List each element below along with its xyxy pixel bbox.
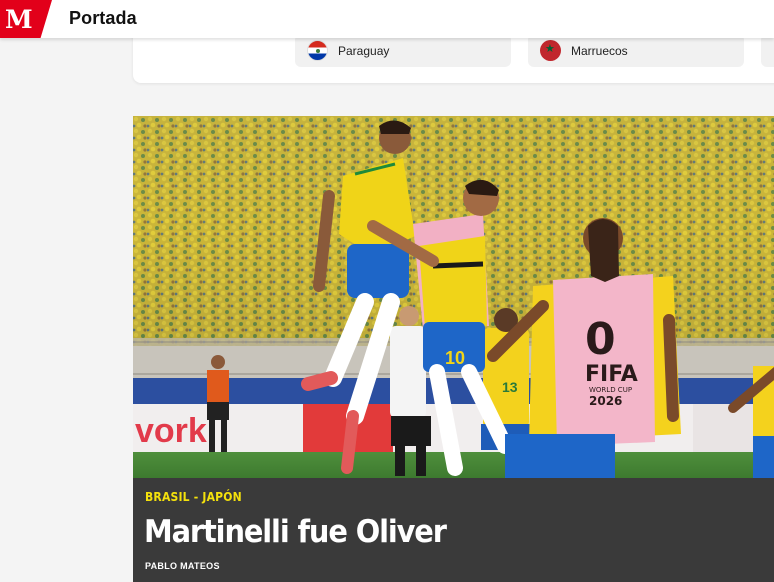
team-name: Paraguay (338, 43, 390, 58)
article-headline[interactable]: Martinelli fue Oliver (144, 514, 447, 550)
featured-article[interactable]: vork 13 10 0 FIFA WORLD CUP 2026 BRASIL … (133, 116, 774, 582)
match-pill-marruecos[interactable]: Marruecos (528, 34, 744, 67)
match-pill-partial[interactable] (761, 34, 774, 67)
ad-board-text: vork (135, 412, 207, 450)
svg-text:2026: 2026 (589, 394, 622, 408)
svg-text:10: 10 (445, 348, 465, 368)
svg-text:0: 0 (585, 314, 616, 365)
article-kicker[interactable]: BRASIL - JAPÓN (145, 490, 242, 504)
article-byline: PABLO MATEOS (145, 561, 220, 571)
top-header: M Portada (0, 0, 774, 38)
svg-text:WORLD CUP: WORLD CUP (589, 386, 632, 394)
match-pill-paraguay[interactable]: Paraguay (295, 34, 511, 67)
football-photo[interactable]: vork 13 10 0 FIFA WORLD CUP 2026 (133, 116, 774, 478)
paraguay-flag-icon (307, 40, 328, 61)
morocco-flag-icon (540, 40, 561, 61)
page: M Portada Paraguay Marruecos (0, 0, 774, 582)
page-title: Portada (69, 8, 137, 28)
team-name: Marruecos (571, 43, 628, 58)
logo-letter: M (5, 5, 33, 34)
caption-band: BRASIL - JAPÓN Martinelli fue Oliver PAB… (133, 478, 774, 582)
svg-text:13: 13 (502, 379, 518, 395)
marca-logo[interactable]: M (0, 0, 52, 38)
svg-text:FIFA: FIFA (585, 362, 638, 387)
